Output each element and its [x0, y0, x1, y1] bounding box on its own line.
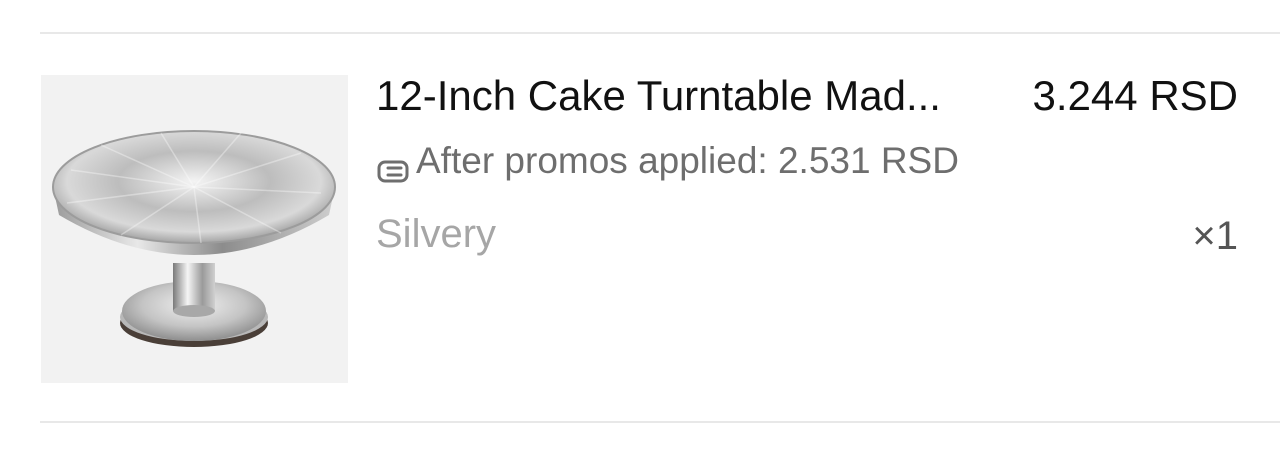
bottom-divider [40, 421, 1280, 423]
promo-price-text: After promos applied: 2.531 RSD [416, 140, 959, 181]
product-thumbnail[interactable] [41, 75, 348, 383]
quantity-label[interactable]: ×1 [1192, 210, 1238, 262]
promo-price-line: After promos applied: 2.531 RSD [376, 135, 959, 187]
product-title[interactable]: 12-Inch Cake Turntable Mad... [376, 68, 996, 124]
cake-turntable-image [52, 130, 336, 347]
coupon-icon [376, 147, 410, 183]
product-variant: Silvery [376, 212, 497, 256]
product-price: 3.244 RSD [1032, 72, 1238, 119]
cart-item-row[interactable]: 12-Inch Cake Turntable Mad... 3.244 RSD … [0, 0, 1280, 454]
